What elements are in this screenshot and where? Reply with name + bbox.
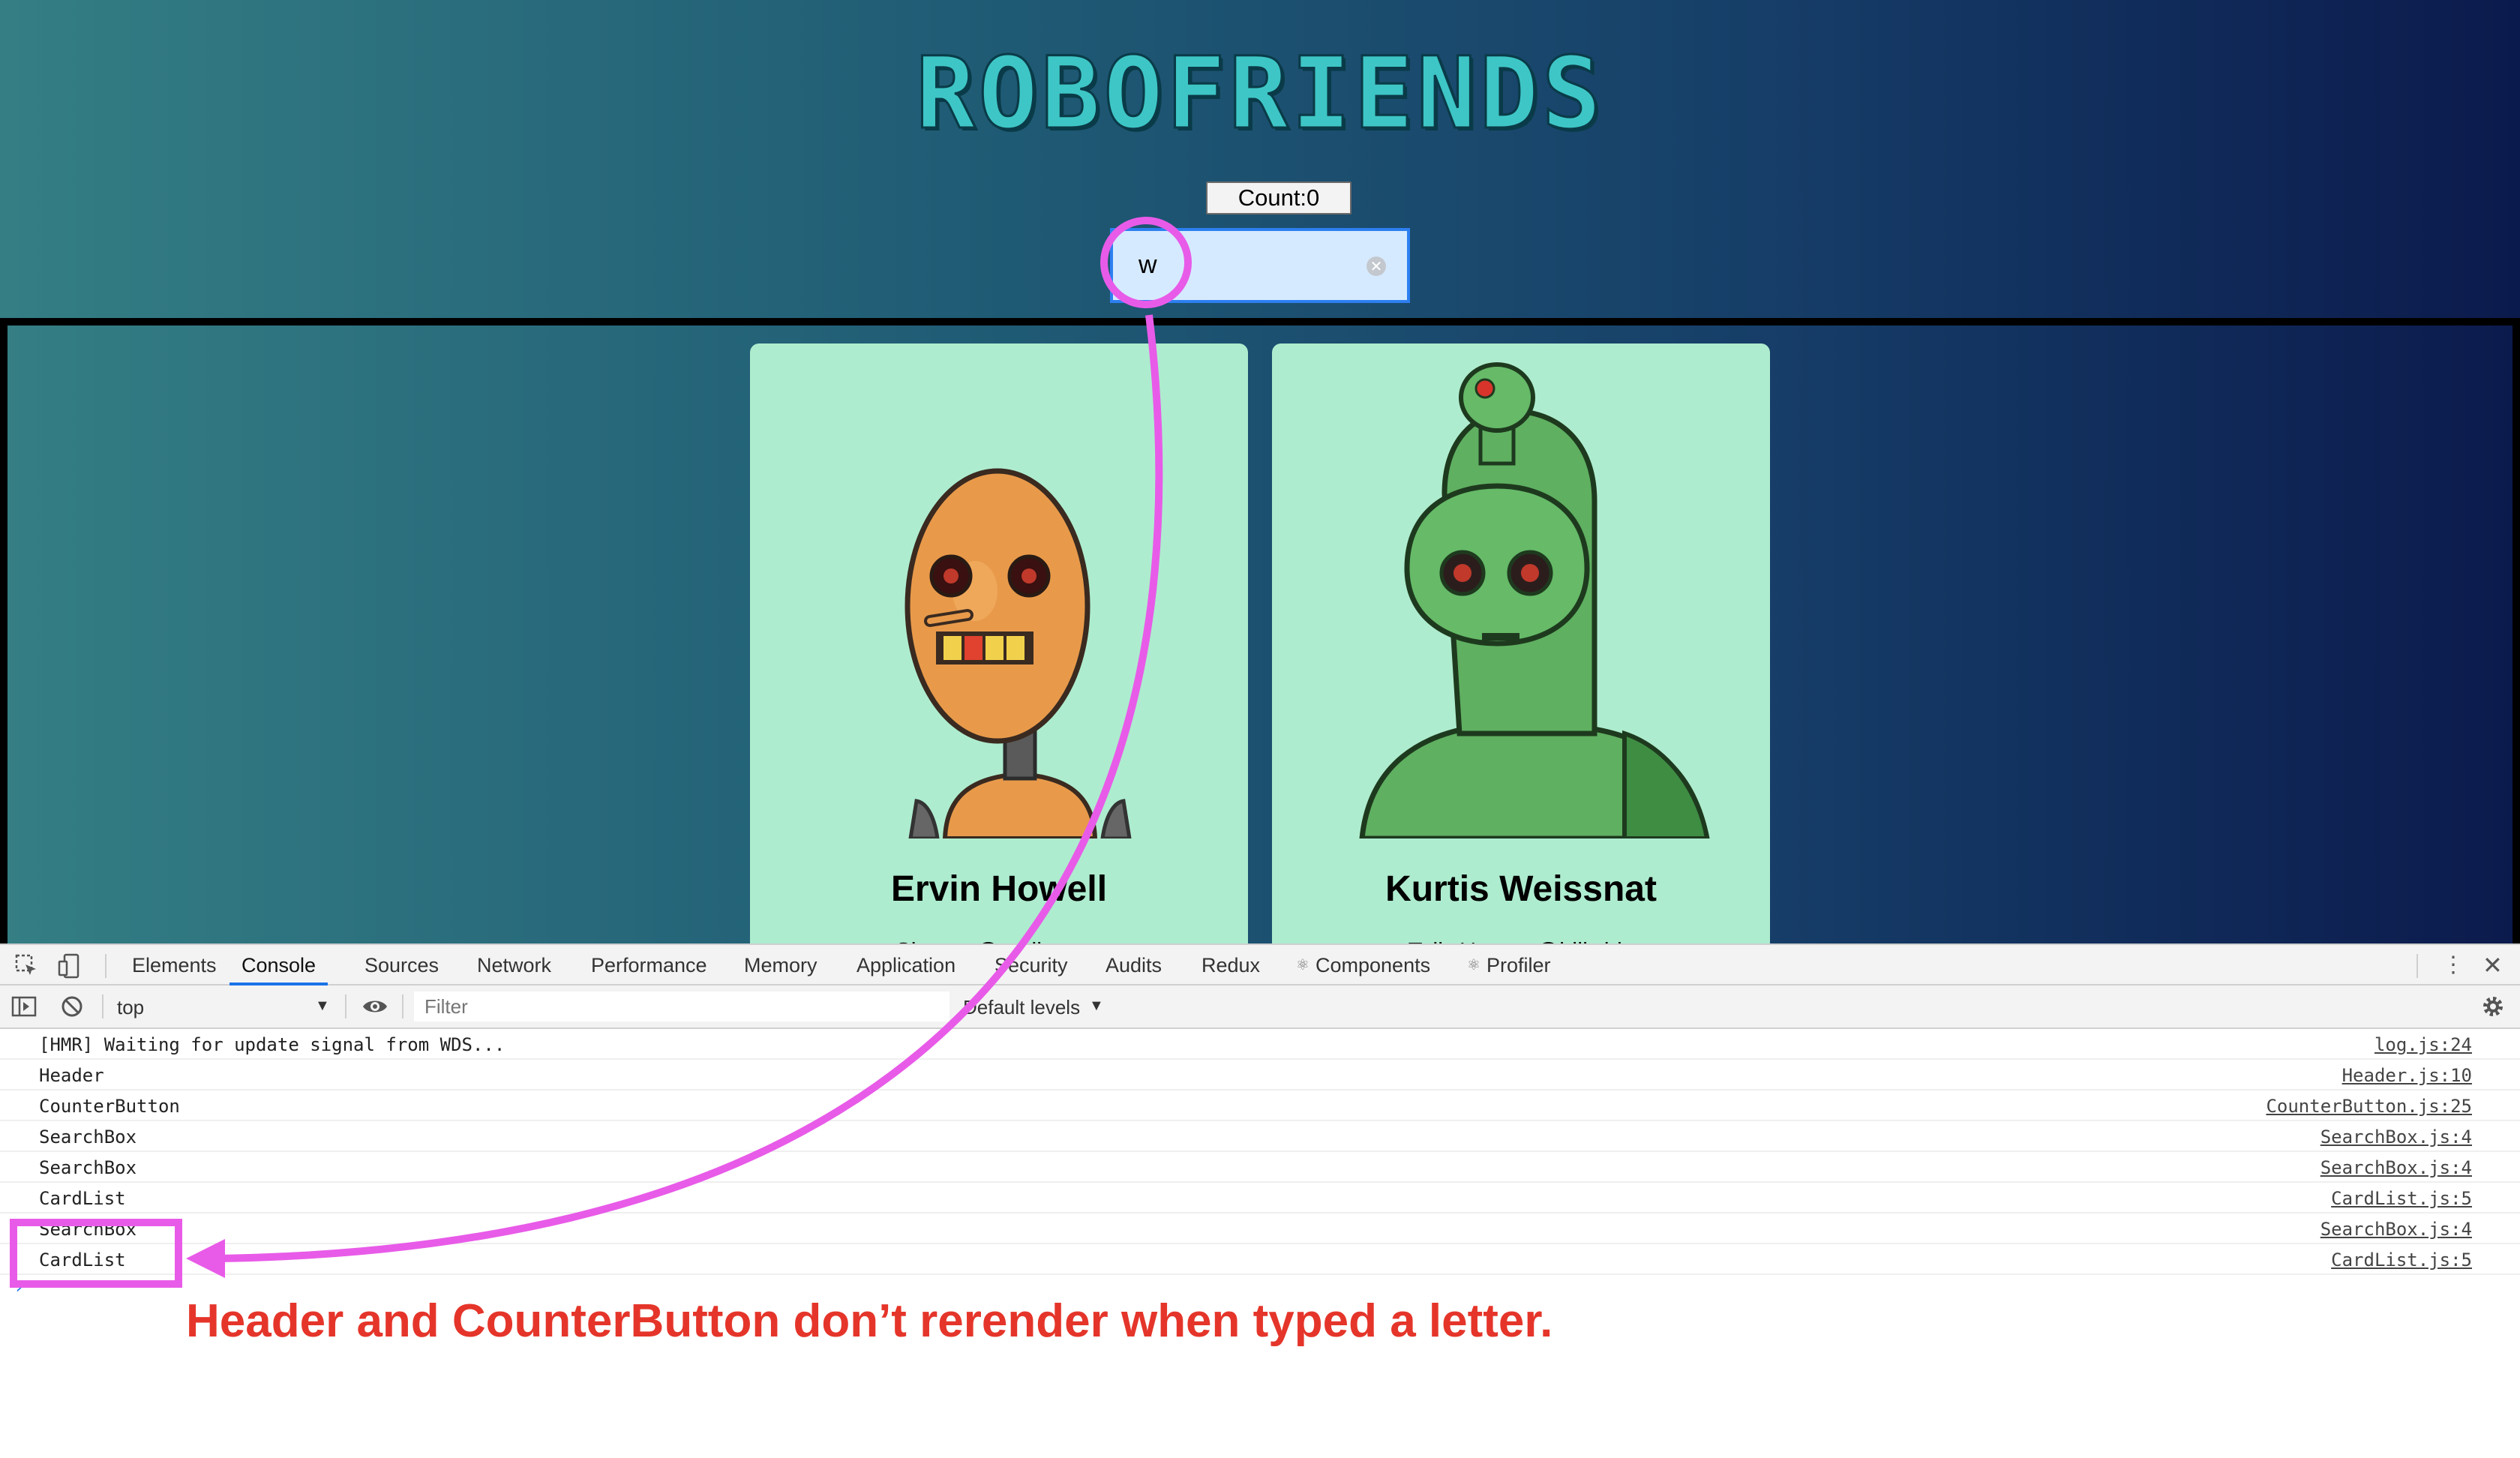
- console-toolbar: top ▼ Default levels ▼: [0, 986, 2520, 1029]
- console-log-row: CounterButton CounterButton.js:25: [0, 1090, 2520, 1121]
- toolbar-divider: [345, 994, 346, 1018]
- app-header: ROBOFRIENDS Count:0 w ✕: [0, 0, 2520, 318]
- close-devtools-icon[interactable]: ✕: [2482, 945, 2503, 986]
- search-input[interactable]: w ✕: [1110, 228, 1410, 303]
- log-message: SearchBox: [39, 1126, 137, 1148]
- tab-audits[interactable]: Audits: [1106, 945, 1162, 986]
- orange-robot-avatar: [904, 468, 1132, 838]
- dropdown-arrow-icon[interactable]: ▼: [1089, 998, 1104, 1015]
- toolbar-divider: [102, 994, 104, 1018]
- console-prompt-caret[interactable]: ›: [14, 1276, 24, 1298]
- card-list-scroll[interactable]: Ervin Howell Shanna@melissa.tv: [0, 318, 2520, 944]
- log-source-link[interactable]: CardList.js:5: [2331, 1188, 2472, 1209]
- log-source-link[interactable]: CounterButton.js:25: [2266, 1096, 2472, 1117]
- log-message: SearchBox: [39, 1157, 137, 1178]
- sidebar-toggle-icon[interactable]: [10, 993, 38, 1020]
- log-message: Header: [39, 1065, 104, 1086]
- toolbar-divider: [402, 994, 404, 1018]
- console-log-row: SearchBox SearchBox.js:4: [0, 1121, 2520, 1152]
- log-message: [HMR] Waiting for update signal from WDS…: [39, 1034, 506, 1055]
- tab-profiler[interactable]: Profiler: [1486, 945, 1551, 986]
- log-message: CounterButton: [39, 1096, 180, 1117]
- tab-components[interactable]: Components: [1316, 945, 1430, 986]
- inspect-element-icon[interactable]: [14, 952, 40, 980]
- devtools-panel: Elements Console Sources Network Perform…: [0, 944, 2520, 1458]
- console-filter-input[interactable]: [414, 992, 950, 1022]
- device-toolbar-icon[interactable]: [57, 952, 84, 980]
- context-selector[interactable]: top: [117, 996, 144, 1019]
- console-log-row: Header Header.js:10: [0, 1060, 2520, 1090]
- log-source-link[interactable]: SearchBox.js:4: [2320, 1126, 2472, 1148]
- console-log-row: SearchBox SearchBox.js:4: [0, 1214, 2520, 1244]
- react-atom-icon: ⚛: [1296, 957, 1310, 974]
- tab-network[interactable]: Network: [477, 945, 551, 986]
- green-robot-avatar: [1359, 362, 1710, 838]
- search-input-value: w: [1138, 250, 1157, 279]
- console-log-row: [HMR] Waiting for update signal from WDS…: [0, 1029, 2520, 1060]
- tab-console[interactable]: Console: [230, 945, 328, 986]
- log-source-link[interactable]: SearchBox.js:4: [2320, 1219, 2472, 1240]
- tab-sources[interactable]: Sources: [364, 945, 439, 986]
- tab-memory[interactable]: Memory: [744, 945, 818, 986]
- log-source-link[interactable]: CardList.js:5: [2331, 1250, 2472, 1270]
- tab-elements[interactable]: Elements: [132, 945, 217, 986]
- tab-application[interactable]: Application: [856, 945, 956, 986]
- tab-performance[interactable]: Performance: [591, 945, 707, 986]
- robot-card: Kurtis Weissnat Telly.Hoeger@billy.biz: [1272, 344, 1770, 944]
- react-atom-icon: ⚛: [1467, 957, 1480, 974]
- clear-console-icon[interactable]: [58, 993, 86, 1020]
- tab-redux[interactable]: Redux: [1202, 945, 1260, 986]
- console-log-row: CardList CardList.js:5: [0, 1183, 2520, 1214]
- console-log-row: SearchBox SearchBox.js:4: [0, 1152, 2520, 1183]
- console-log-row: CardList CardList.js:5: [0, 1244, 2520, 1275]
- log-message: CardList: [39, 1250, 126, 1270]
- console-settings-gear-icon[interactable]: [2480, 993, 2506, 1020]
- robot-card: Ervin Howell Shanna@melissa.tv: [750, 344, 1248, 944]
- card-email: Shanna@melissa.tv: [750, 938, 1248, 944]
- count-button[interactable]: Count:0: [1206, 182, 1352, 214]
- log-message: CardList: [39, 1188, 126, 1209]
- card-name: Kurtis Weissnat: [1385, 869, 1657, 909]
- card-email: Telly.Hoeger@billy.biz: [1272, 938, 1770, 944]
- toolbar-divider: [105, 954, 106, 978]
- tab-security[interactable]: Security: [994, 945, 1068, 986]
- log-source-link[interactable]: log.js:24: [2374, 1034, 2472, 1055]
- log-message: SearchBox: [39, 1219, 137, 1240]
- log-source-link[interactable]: Header.js:10: [2342, 1065, 2472, 1086]
- clear-search-icon[interactable]: ✕: [1366, 256, 1386, 276]
- card-name: Ervin Howell: [890, 869, 1108, 909]
- robofriends-app: ROBOFRIENDS Count:0 w ✕ Ervin Howell Kur…: [0, 0, 2520, 944]
- log-source-link[interactable]: SearchBox.js:4: [2320, 1157, 2472, 1178]
- log-levels-dropdown[interactable]: Default levels: [963, 996, 1080, 1019]
- toolbar-divider: [2416, 954, 2418, 978]
- dropdown-arrow-icon[interactable]: ▼: [315, 998, 330, 1015]
- app-title: ROBOFRIENDS: [914, 35, 1605, 153]
- annotation-caption: Header and CounterButton don’t rerender …: [186, 1295, 1553, 1347]
- devtools-tab-bar: Elements Console Sources Network Perform…: [0, 944, 2520, 986]
- more-options-icon[interactable]: ⋮: [2442, 945, 2464, 986]
- eye-icon[interactable]: [362, 993, 388, 1020]
